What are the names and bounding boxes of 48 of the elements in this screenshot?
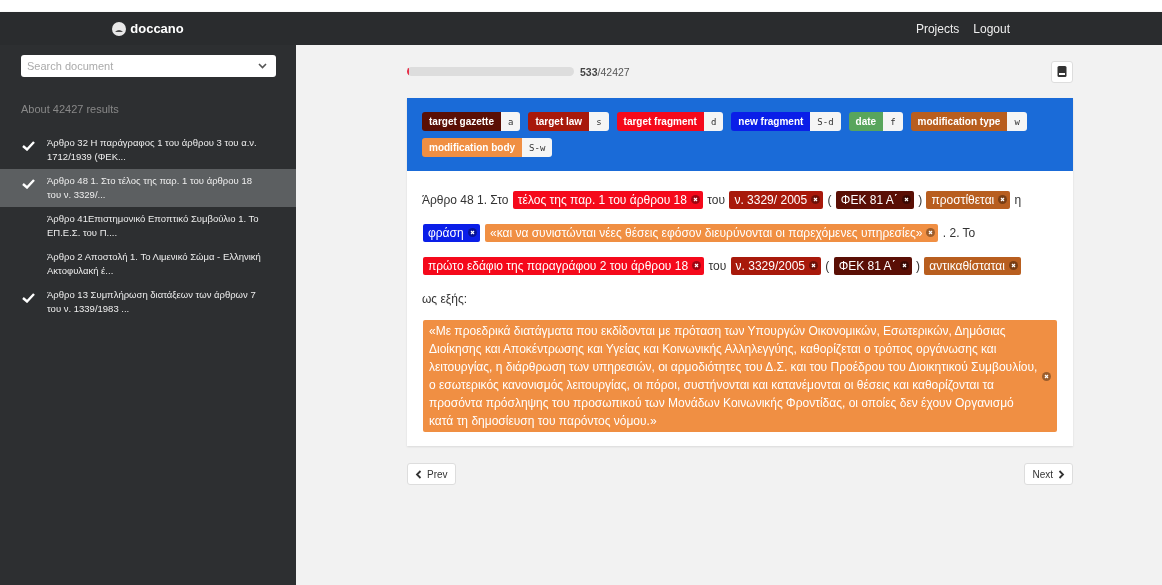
- entity-tag[interactable]: φράση: [423, 224, 480, 242]
- entity-tag[interactable]: αντικαθίσταται: [924, 257, 1021, 275]
- document-text: του: [707, 193, 726, 207]
- document-title: Άρθρο 48 1. Στο τέλος της παρ. 1 του άρθρου 18 του ν. 3329/...: [47, 174, 253, 202]
- progress-count: 533/42427: [580, 65, 630, 78]
- document-text: ): [918, 193, 923, 207]
- next-button[interactable]: Next: [1024, 463, 1073, 485]
- entity-tag[interactable]: ΦΕΚ 81 Α΄: [835, 191, 914, 209]
- result-count: About 42427 results: [21, 103, 120, 115]
- document-item[interactable]: Άρθρο 32 Η παράγραφος 1 του άρθρου 3 του α.ν. 1712/1939 (ΦΕΚ...: [47, 136, 266, 164]
- close-icon[interactable]: [811, 195, 821, 204]
- document-text: του: [708, 259, 727, 273]
- document-text: . 2. Το: [942, 226, 976, 240]
- close-icon[interactable]: [899, 261, 909, 270]
- close-icon[interactable]: [901, 195, 911, 204]
- book-icon: [1057, 66, 1067, 77]
- close-icon[interactable]: [467, 228, 477, 237]
- document-item[interactable]: Άρθρο 41Επιστημονικό Εποπτικό Συμβούλιο 1. Το ΕΠ.Ε.Σ. του Π....: [47, 212, 266, 240]
- entity-tag[interactable]: τέλος της παρ. 1 του άρθρου 18: [512, 191, 703, 209]
- close-icon[interactable]: [998, 195, 1008, 204]
- close-icon[interactable]: [809, 261, 818, 270]
- entity-tag[interactable]: προστίθεται: [926, 191, 1011, 209]
- entity-tag[interactable]: πρώτο εδάφιο της παραγράφου 2 του άρθρου 18: [423, 257, 705, 275]
- chevron-right-icon: [1058, 469, 1065, 479]
- brand-name[interactable]: doccano: [130, 21, 184, 36]
- entity-tag[interactable]: ν. 3329/ 2005: [729, 191, 824, 209]
- nav-link[interactable]: Projects: [915, 21, 960, 36]
- document-text: ως εξής:: [422, 292, 467, 306]
- entity-tag[interactable]: ΦΕΚ 81 Α΄: [833, 257, 912, 275]
- book-button[interactable]: [1051, 60, 1073, 83]
- chevron-left-icon: [415, 469, 422, 479]
- document-text: η: [1014, 193, 1022, 207]
- document-text: (: [827, 193, 832, 207]
- logo-icon: [112, 21, 127, 36]
- document-item[interactable]: Άρθρο 2 Αποστολή 1. Το Λιμενικό Σώμα - Ελληνική Ακτοφυλακή έ...: [47, 250, 266, 278]
- document-text: ): [915, 259, 920, 273]
- close-icon[interactable]: [690, 195, 700, 204]
- entity-tag[interactable]: ν. 3329/2005: [730, 257, 821, 275]
- chevron-down-icon: [258, 63, 267, 69]
- selected-row[interactable]: Άρθρο 48 1. Στο τέλος της παρ. 1 του άρθρου 18 του ν. 3329/...: [0, 169, 296, 207]
- close-icon[interactable]: [1008, 261, 1018, 270]
- document-text: Άρθρο 48 1. Στο: [422, 193, 509, 207]
- document-item[interactable]: Άρθρο 13 Συμπλήρωση διατάξεων των άρθρων 7 του ν. 1339/1983 ...: [47, 288, 266, 316]
- nav-link[interactable]: Logout: [973, 21, 1010, 36]
- document-text: (: [825, 259, 830, 273]
- close-icon[interactable]: [692, 261, 702, 270]
- search-field[interactable]: Search document: [21, 55, 276, 77]
- prev-button[interactable]: Prev: [407, 463, 456, 485]
